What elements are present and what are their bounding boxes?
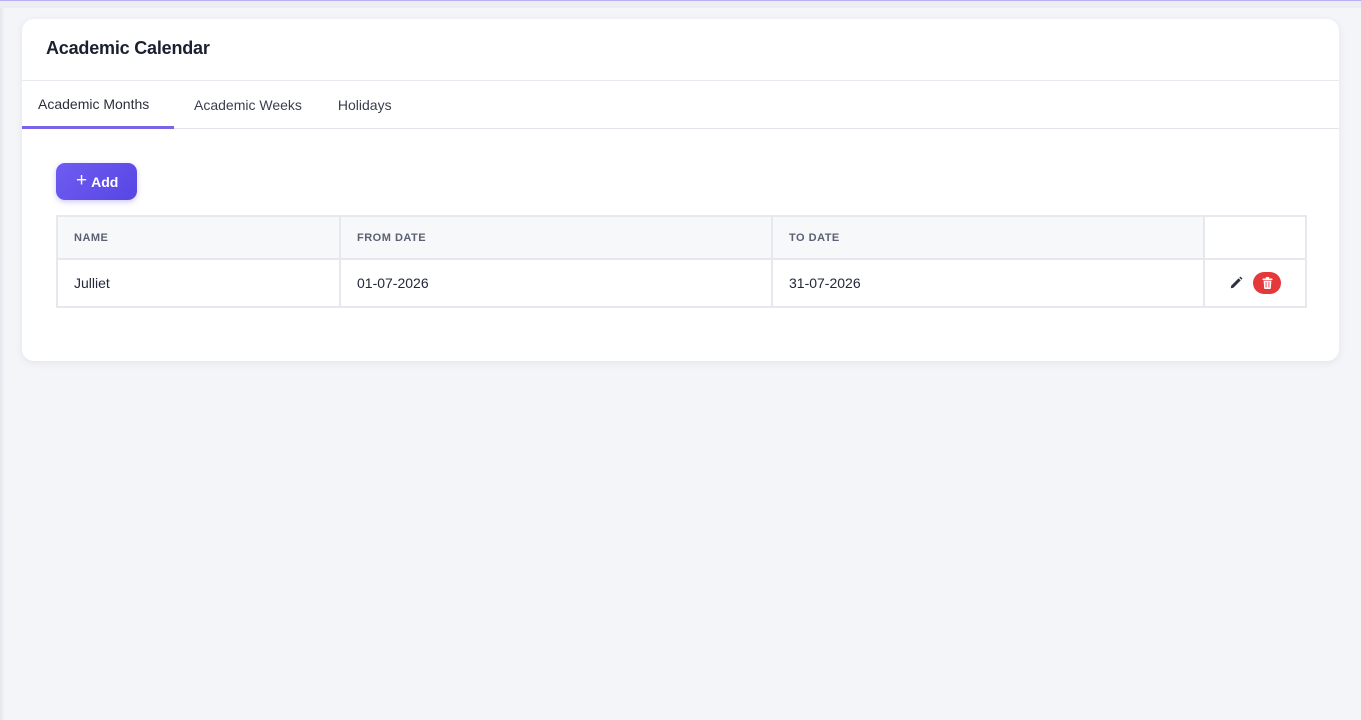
column-header-name: NAME [56, 215, 341, 260]
table-header-row: NAME FROM DATE TO DATE [56, 215, 1307, 260]
tab-bar: Academic Months Academic Weeks Holidays [22, 81, 1339, 129]
table-row: Julliet 01-07-2026 31-07-2026 [56, 258, 1307, 308]
tab-academic-weeks[interactable]: Academic Weeks [174, 81, 320, 129]
cell-from-date: 01-07-2026 [339, 258, 773, 308]
column-header-actions [1203, 215, 1307, 260]
add-button[interactable]: + Add [56, 163, 138, 200]
cell-to-date: 31-07-2026 [771, 258, 1205, 308]
plus-icon: + [76, 170, 88, 191]
tab-content: + Add NAME FROM DATE TO DATE Julliet 01-… [22, 129, 1339, 308]
cell-actions [1203, 258, 1307, 308]
academic-calendar-card: Academic Calendar Academic Months Academ… [22, 19, 1339, 361]
academic-months-table: NAME FROM DATE TO DATE Julliet 01-07-202… [56, 215, 1307, 308]
top-bar [0, 0, 1361, 8]
add-button-label: Add [91, 173, 119, 190]
cell-name: Julliet [56, 258, 341, 308]
edit-icon[interactable] [1229, 276, 1243, 290]
row-actions [1221, 272, 1289, 294]
left-edge [0, 8, 5, 720]
column-header-to-date: TO DATE [771, 215, 1205, 260]
tab-academic-months[interactable]: Academic Months [22, 81, 174, 129]
card-header: Academic Calendar [22, 19, 1339, 81]
tab-holidays[interactable]: Holidays [320, 81, 408, 129]
trash-icon [1262, 277, 1272, 289]
delete-button[interactable] [1253, 272, 1281, 294]
page-title: Academic Calendar [46, 38, 210, 58]
column-header-from-date: FROM DATE [339, 215, 773, 260]
